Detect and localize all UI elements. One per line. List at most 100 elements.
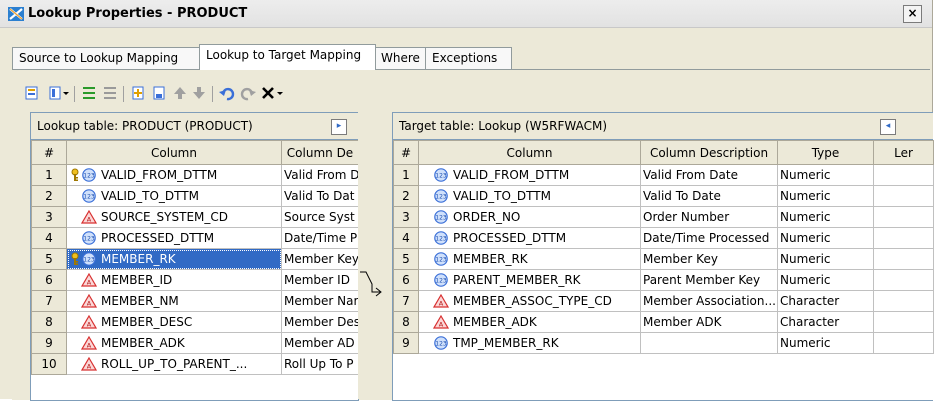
type-cell[interactable]: Numeric bbox=[777, 185, 874, 207]
new-column-icon[interactable] bbox=[129, 84, 147, 102]
column-cell[interactable]: 123 VALID_TO_DTTM bbox=[418, 185, 641, 207]
description-cell[interactable]: Roll Up To P bbox=[281, 353, 359, 375]
table-row[interactable]: 9 A MEMBER_ADK Member AD bbox=[31, 332, 359, 354]
column-header-description[interactable]: Column Description bbox=[640, 140, 778, 165]
undo-icon[interactable] bbox=[218, 84, 236, 102]
length-cell[interactable] bbox=[873, 332, 934, 354]
length-cell[interactable] bbox=[873, 164, 934, 186]
column-cell[interactable]: 123 VALID_FROM_DTTM bbox=[66, 164, 282, 186]
type-cell[interactable]: Numeric bbox=[777, 248, 874, 270]
table-row[interactable]: 3 A SOURCE_SYSTEM_CD Source Syst bbox=[31, 206, 359, 228]
description-cell[interactable]: Member Key bbox=[281, 248, 359, 270]
column-header-number[interactable]: # bbox=[31, 140, 67, 165]
table-row[interactable]: 1 123 VALID_FROM_DTTM Valid From D bbox=[31, 164, 359, 186]
type-cell[interactable]: Numeric bbox=[777, 332, 874, 354]
expand-panel-icon[interactable]: ▸ bbox=[331, 119, 347, 135]
type-cell[interactable]: Numeric bbox=[777, 164, 874, 186]
description-cell[interactable]: Order Number bbox=[640, 206, 778, 228]
column-header-column[interactable]: Column bbox=[418, 140, 641, 165]
description-cell[interactable]: Valid From Date bbox=[640, 164, 778, 186]
column-cell[interactable]: A MEMBER_ID bbox=[66, 269, 282, 291]
length-cell[interactable] bbox=[873, 290, 934, 312]
description-cell[interactable]: Parent Member Key bbox=[640, 269, 778, 291]
table-row[interactable]: 7 A MEMBER_NM Member Nar bbox=[31, 290, 359, 312]
column-cell[interactable]: 123 TMP_MEMBER_RK bbox=[418, 332, 641, 354]
table-row[interactable]: 10 A ROLL_UP_TO_PARENT_... Roll Up To P bbox=[31, 353, 359, 375]
description-cell[interactable]: Valid To Date bbox=[640, 185, 778, 207]
length-cell[interactable] bbox=[873, 311, 934, 333]
description-cell[interactable]: Member ADK bbox=[640, 311, 778, 333]
column-cell[interactable]: 123 MEMBER_RK bbox=[418, 248, 641, 270]
table-row[interactable]: 4 123 PROCESSED_DTTM Date/Time Processed Num… bbox=[393, 227, 934, 249]
column-cell[interactable]: 123 VALID_TO_DTTM bbox=[66, 185, 282, 207]
column-cell[interactable]: A SOURCE_SYSTEM_CD bbox=[66, 206, 282, 228]
column-cell[interactable]: 123 ORDER_NO bbox=[418, 206, 641, 228]
description-cell[interactable]: Member ID bbox=[281, 269, 359, 291]
collapse-panel-icon[interactable]: ◂ bbox=[880, 119, 896, 135]
description-cell[interactable]: Valid To Dat bbox=[281, 185, 359, 207]
table-row[interactable]: 6 A MEMBER_ID Member ID bbox=[31, 269, 359, 291]
description-cell[interactable]: Date/Time P bbox=[281, 227, 359, 249]
column-cell[interactable]: 123 VALID_FROM_DTTM bbox=[418, 164, 641, 186]
description-cell[interactable]: Member Nar bbox=[281, 290, 359, 312]
import-icon[interactable] bbox=[24, 84, 42, 102]
properties-icon[interactable] bbox=[150, 84, 168, 102]
redo-icon[interactable] bbox=[239, 84, 257, 102]
table-row[interactable]: 5 123 MEMBER_RK Member Key bbox=[31, 248, 359, 270]
table-row[interactable]: 2 123 VALID_TO_DTTM Valid To Date Numeric bbox=[393, 185, 934, 207]
column-cell[interactable]: 123 PARENT_MEMBER_RK bbox=[418, 269, 641, 291]
type-cell[interactable]: Numeric bbox=[777, 227, 874, 249]
column-cell[interactable]: A MEMBER_DESC bbox=[66, 311, 282, 333]
table-row[interactable]: 6 123 PARENT_MEMBER_RK Parent Member Key Num… bbox=[393, 269, 934, 291]
length-cell[interactable] bbox=[873, 248, 934, 270]
description-cell[interactable]: Valid From D bbox=[281, 164, 359, 186]
length-cell[interactable] bbox=[873, 269, 934, 291]
column-cell[interactable]: A MEMBER_ADK bbox=[418, 311, 641, 333]
type-cell[interactable]: Numeric bbox=[777, 206, 874, 228]
description-cell[interactable]: Source Syst bbox=[281, 206, 359, 228]
column-header-description[interactable]: Column De bbox=[281, 140, 359, 165]
close-button[interactable]: × bbox=[903, 5, 922, 23]
table-row[interactable]: 5 123 MEMBER_RK Member Key Numeric bbox=[393, 248, 934, 270]
tab-where[interactable]: Where bbox=[374, 47, 428, 69]
tab-lookup-to-target-mapping[interactable]: Lookup to Target Mapping bbox=[199, 44, 376, 70]
table-row[interactable]: 8 A MEMBER_DESC Member Des bbox=[31, 311, 359, 333]
table-row[interactable]: 4 123 PROCESSED_DTTM Date/Time P bbox=[31, 227, 359, 249]
length-cell[interactable] bbox=[873, 227, 934, 249]
column-cell[interactable]: A ROLL_UP_TO_PARENT_... bbox=[66, 353, 282, 375]
type-cell[interactable]: Numeric bbox=[777, 269, 874, 291]
dropdown-arrow-icon[interactable] bbox=[62, 84, 70, 102]
column-cell[interactable]: A MEMBER_ADK bbox=[66, 332, 282, 354]
description-cell[interactable]: Member Association... bbox=[640, 290, 778, 312]
length-cell[interactable] bbox=[873, 185, 934, 207]
delete-dropdown-icon[interactable] bbox=[276, 84, 284, 102]
column-cell[interactable]: 123 PROCESSED_DTTM bbox=[66, 227, 282, 249]
column-header-length[interactable]: Ler bbox=[873, 140, 934, 165]
description-cell[interactable]: Member Des bbox=[281, 311, 359, 333]
column-cell[interactable]: A MEMBER_NM bbox=[66, 290, 282, 312]
column-cell[interactable]: A MEMBER_ASSOC_TYPE_CD bbox=[418, 290, 641, 312]
column-cell[interactable]: 123 MEMBER_RK bbox=[66, 248, 282, 270]
type-cell[interactable]: Character bbox=[777, 290, 874, 312]
table-row[interactable]: 2 123 VALID_TO_DTTM Valid To Dat bbox=[31, 185, 359, 207]
table-row[interactable]: 9 123 TMP_MEMBER_RK Numeric bbox=[393, 332, 934, 354]
move-down-icon[interactable] bbox=[190, 84, 208, 102]
delete-icon[interactable] bbox=[259, 84, 277, 102]
map-columns-icon[interactable] bbox=[80, 84, 98, 102]
column-header-number[interactable]: # bbox=[393, 140, 419, 165]
table-row[interactable]: 7 A MEMBER_ASSOC_TYPE_CD Member Association… bbox=[393, 290, 934, 312]
column-header-type[interactable]: Type bbox=[777, 140, 874, 165]
tab-exceptions[interactable]: Exceptions bbox=[425, 47, 512, 69]
type-cell[interactable]: Character bbox=[777, 311, 874, 333]
length-cell[interactable] bbox=[873, 206, 934, 228]
table-row[interactable]: 8 A MEMBER_ADK Member ADK Character bbox=[393, 311, 934, 333]
move-up-icon[interactable] bbox=[171, 84, 189, 102]
tab-source-to-lookup-mapping[interactable]: Source to Lookup Mapping bbox=[12, 47, 200, 69]
description-cell[interactable]: Member AD bbox=[281, 332, 359, 354]
column-header-column[interactable]: Column bbox=[66, 140, 282, 165]
table-row[interactable]: 3 123 ORDER_NO Order Number Numeric bbox=[393, 206, 934, 228]
description-cell[interactable]: Member Key bbox=[640, 248, 778, 270]
column-cell[interactable]: 123 PROCESSED_DTTM bbox=[418, 227, 641, 249]
description-cell[interactable]: Date/Time Processed bbox=[640, 227, 778, 249]
description-cell[interactable] bbox=[640, 332, 778, 354]
